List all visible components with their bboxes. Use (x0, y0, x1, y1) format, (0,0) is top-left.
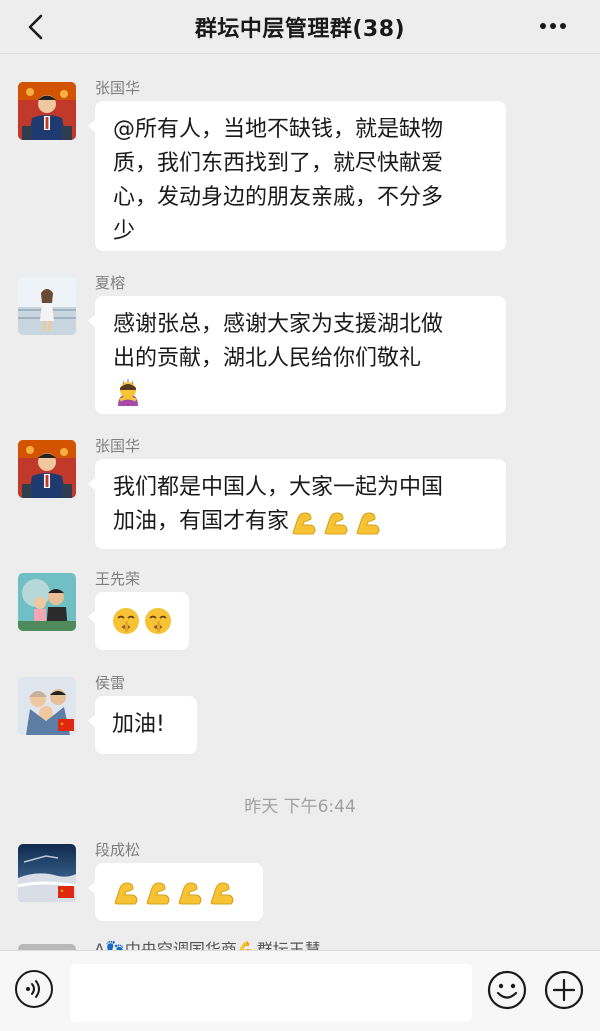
message-text-line: 感谢张总，感谢大家为支援湖北做 (113, 312, 444, 337)
flexed-biceps-emoji (324, 512, 348, 535)
emoji-icon[interactable] (487, 970, 527, 1010)
flexed-biceps-emoji (210, 882, 234, 905)
plus-icon[interactable] (544, 970, 584, 1010)
voice-icon (26, 980, 40, 998)
message-bubble[interactable] (88, 863, 263, 921)
shushing-face-emoji (113, 608, 139, 634)
message-bubble[interactable]: 感谢张总，感谢大家为支援湖北做 出的贡献，湖北人民给你们敬礼 (88, 296, 506, 414)
flexed-biceps-emoji (178, 882, 202, 905)
timestamp-divider: 昨天 下午6:44 (244, 797, 356, 817)
flexed-biceps-emoji (356, 512, 380, 535)
avatar[interactable] (18, 677, 76, 735)
message-input[interactable] (70, 964, 472, 1022)
message-bubble[interactable]: @所有人，当地不缺钱，就是缺物 质，我们东西找到了，就尽快献爱 心，发动身边的朋… (88, 101, 506, 251)
flexed-biceps-emoji (292, 512, 316, 535)
flexed-biceps-emoji (146, 882, 170, 905)
sender-name: 段成松 (95, 841, 141, 859)
avatar[interactable] (18, 844, 76, 902)
sender-name: 张国华 (95, 79, 141, 97)
voice-button[interactable] (15, 970, 53, 1008)
sender-name: 侯雷 (95, 674, 126, 692)
sender-name: 张国华 (95, 437, 141, 455)
sender-name: 夏榕 (95, 274, 126, 292)
sender-name: 王先荣 (95, 570, 141, 588)
chat-header: 群坛中层管理群(38) (0, 0, 600, 54)
avatar[interactable] (18, 440, 76, 498)
message-text-line: 出的贡献，湖北人民给你们敬礼 (113, 346, 422, 371)
message-text-line: 心，发动身边的朋友亲戚，不分多 (113, 185, 444, 210)
message-text-line: 少 (113, 219, 136, 244)
message-text: 加油! (112, 712, 165, 737)
message-text-line: 我们都是中国人，大家一起为中国 (113, 475, 444, 500)
message-text-line: 加油，有国才有家 (113, 505, 488, 539)
emoji-row (111, 877, 237, 907)
bowing-person-emoji (118, 379, 138, 406)
message-bubble[interactable]: 加油! (88, 696, 197, 754)
message-text-line: 质，我们东西找到了，就尽快献爱 (113, 151, 444, 176)
message-text: 加油，有国才有家 (113, 509, 290, 534)
more-options-icon[interactable] (538, 16, 568, 36)
chat-title: 群坛中层管理群(38) (194, 17, 406, 42)
input-bar (0, 950, 600, 1031)
emoji-row (111, 606, 173, 636)
message-bubble[interactable] (88, 592, 189, 650)
shushing-face-emoji (145, 608, 171, 634)
emoji-row (113, 378, 143, 408)
avatar[interactable] (18, 277, 76, 335)
message-text-line: @所有人，当地不缺钱，就是缺物 (113, 117, 444, 142)
avatar[interactable] (18, 82, 76, 140)
emoji-row (289, 507, 383, 537)
avatar[interactable] (18, 573, 76, 631)
message-bubble[interactable]: 我们都是中国人，大家一起为中国 加油，有国才有家 (88, 459, 506, 549)
flexed-biceps-emoji (114, 882, 138, 905)
